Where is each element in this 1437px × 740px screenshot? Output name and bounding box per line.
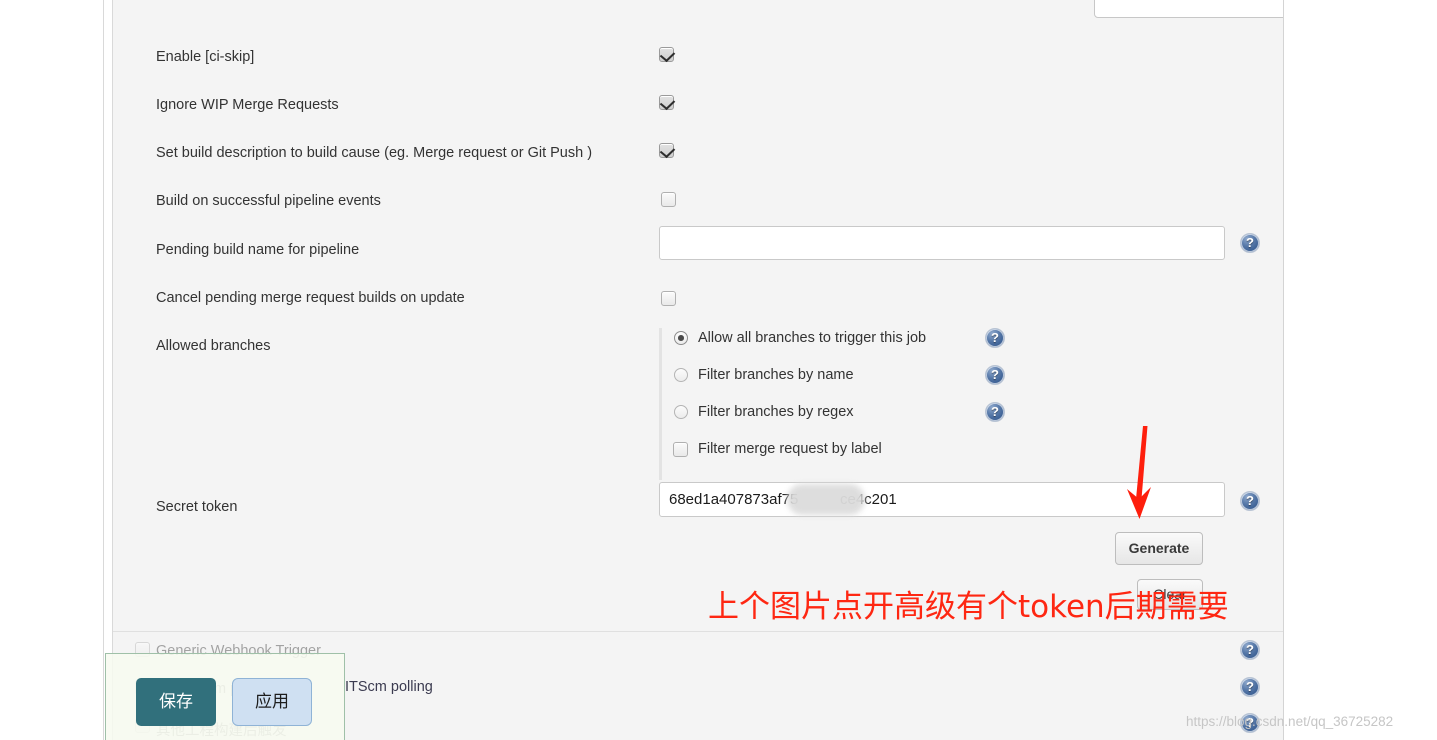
apply-button[interactable]: 应用 [232,678,312,726]
page-left-gutter [0,0,103,740]
checkbox-ignore-wip-merge-requests[interactable] [659,95,674,110]
help-icon[interactable] [985,365,1005,385]
row-label: Secret token [156,499,238,515]
option-label: Filter branches by regex [698,404,854,420]
row-label: Build on successful pipeline events [156,193,381,209]
red-down-arrow-annotation [1127,426,1151,519]
option-label: Filter merge request by label [698,441,882,457]
allowed-branches-options: Allow all branches to trigger this job F… [659,328,1005,480]
row-label: Cancel pending merge request builds on u… [156,290,465,306]
row-label: Allowed branches [156,338,271,354]
checkbox-set-build-description[interactable] [659,143,674,158]
help-icon[interactable] [1240,233,1260,253]
row-label: Pending build name for pipeline [156,242,360,258]
radio-icon-selected[interactable] [674,331,688,345]
section-divider [113,631,1283,632]
watermark-text: https://blog.csdn.net/qq_36725282 [1186,714,1394,729]
redaction-blur-patch [787,484,865,515]
annotation-note: 上个图片点开高级有个token后期需要 [708,589,1229,625]
row-label: Ignore WIP Merge Requests [156,97,339,113]
save-button[interactable]: 保存 [136,678,216,726]
help-icon[interactable] [985,402,1005,422]
help-icon[interactable] [1240,491,1260,511]
visible-polling-text: ITScm polling [345,679,433,695]
input-pending-build-name[interactable] [659,226,1225,260]
gutter-divider-outer [103,0,104,740]
checkbox-cancel-pending-merge-request-builds[interactable] [661,291,676,306]
row-label: Enable [ci-skip] [156,49,255,65]
row-label: Set build description to build cause (eg… [156,145,593,161]
option-label: Filter branches by name [698,367,854,383]
config-form-panel: Enable [ci-skip] Ignore WIP Merge Reques… [113,0,1292,740]
generate-button[interactable]: Generate [1115,532,1203,565]
checkbox-enable-ci-skip[interactable] [659,47,674,62]
help-icon[interactable] [985,328,1005,348]
checkbox-build-on-successful-pipeline-events[interactable] [661,192,676,207]
checkbox-filter-merge-request-by-label[interactable] [673,442,688,457]
help-icon[interactable] [1240,677,1260,697]
clipped-top-input[interactable] [1094,0,1292,18]
help-icon[interactable] [1240,640,1260,660]
radio-icon[interactable] [674,368,688,382]
screenshot-root: Enable [ci-skip] Ignore WIP Merge Reques… [0,0,1437,740]
floating-action-bar: 保存 应用 [105,653,345,740]
option-label: Allow all branches to trigger this job [698,330,927,346]
radio-icon[interactable] [674,405,688,419]
page-right-whitespace [1284,0,1437,740]
